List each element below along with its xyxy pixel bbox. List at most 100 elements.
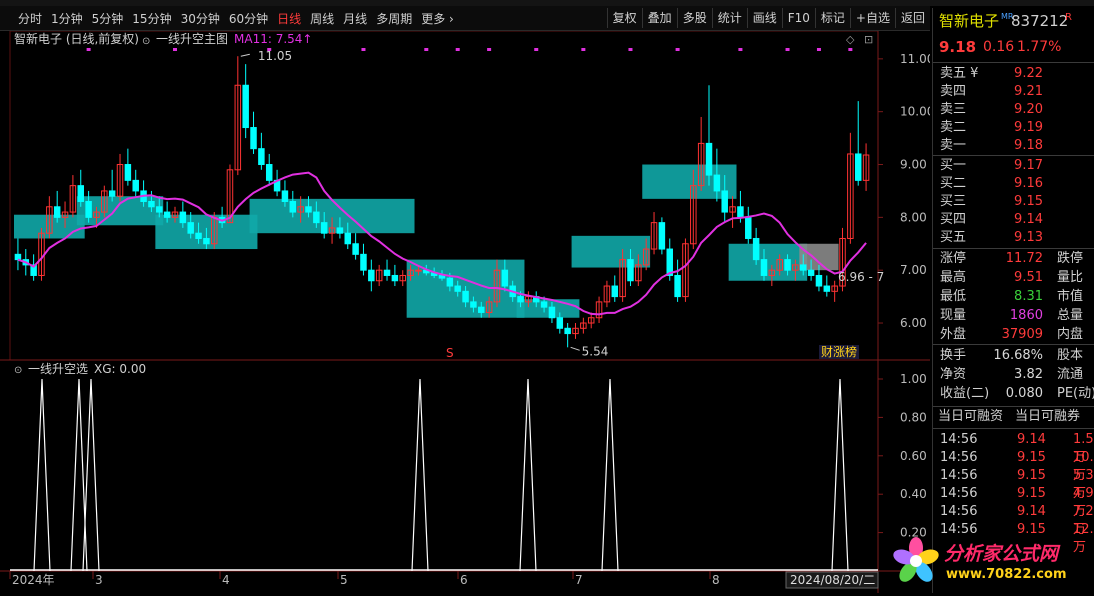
candle-body bbox=[203, 237, 210, 245]
signal-dot bbox=[848, 48, 853, 51]
kline-chart[interactable]: 11.00 10.00 9.00 8.00 7.00 6.00 1.00 0.80 0.60 0.… bbox=[0, 30, 934, 593]
ask-row: 卖二 9.19 bbox=[933, 119, 1094, 137]
period-tab-1[interactable]: 1分钟 bbox=[51, 10, 83, 27]
signal-dot bbox=[487, 48, 492, 51]
stat-label-2: 跌停 bbox=[1057, 251, 1084, 266]
tool-button-7[interactable]: +自选 bbox=[849, 8, 895, 28]
tick-time: 14:56 bbox=[940, 468, 978, 483]
candle-body bbox=[517, 296, 524, 303]
stat-label: 净资 bbox=[940, 367, 967, 382]
stat-label-2: 量比 bbox=[1057, 270, 1084, 285]
candle-body bbox=[156, 206, 163, 213]
candle-body bbox=[737, 206, 744, 218]
candle-body bbox=[470, 301, 477, 308]
sub-y-tick-label: 0.60 bbox=[900, 449, 927, 463]
ask-price: 9.20 bbox=[1014, 102, 1043, 117]
candle-body bbox=[446, 277, 454, 287]
period-tab-7[interactable]: 周线 bbox=[310, 10, 334, 27]
y-tick-label: 8.00 bbox=[900, 210, 927, 224]
tick-row: 14:56 9.15 4.9万 bbox=[933, 485, 1094, 519]
signal-dot bbox=[86, 48, 91, 51]
range-label: 6.96 - 7 bbox=[838, 270, 884, 284]
sub-collapse-icon: ⊙ bbox=[14, 365, 22, 376]
chart-area[interactable]: 11.00 10.00 9.00 8.00 7.00 6.00 1.00 0.80 0.60 0.… bbox=[0, 30, 934, 593]
xg-signal-spike bbox=[519, 378, 537, 572]
tool-button-5[interactable]: F10 bbox=[781, 8, 815, 28]
ask-row: 卖四 9.21 bbox=[933, 83, 1094, 101]
y-tick-label: 10.00 bbox=[900, 105, 930, 119]
bid-price: 9.16 bbox=[1014, 176, 1043, 191]
candle-body bbox=[281, 190, 289, 203]
signal-dot bbox=[361, 48, 366, 51]
stat-label: 最低 bbox=[940, 289, 967, 304]
bid-row: 买四 9.14 bbox=[933, 211, 1094, 229]
tool-button-8[interactable]: 返回 bbox=[894, 8, 930, 28]
stat-label: 收益(二) bbox=[940, 386, 990, 401]
tick-time: 14:56 bbox=[940, 450, 978, 465]
tick-price: 9.14 bbox=[1017, 504, 1046, 519]
candle-body bbox=[454, 285, 461, 292]
candle-body bbox=[187, 222, 194, 234]
period-tab-6[interactable]: 日线 bbox=[277, 10, 301, 27]
tool-buttons: 复权 叠加 多股 统计 画线 F10 标记 +自选 返回 bbox=[606, 8, 930, 28]
period-tab-4[interactable]: 30分钟 bbox=[181, 10, 220, 27]
quote-panel: 智新电子 MR 837212 R 9.18 0.16 1.77% 当日可融资 当… bbox=[932, 8, 1094, 593]
tab-margin-short[interactable]: 当日可融券 bbox=[1015, 408, 1080, 426]
tool-button-1[interactable]: 叠加 bbox=[641, 8, 677, 28]
signal-dot bbox=[675, 48, 680, 51]
diamond-icon: ◇ bbox=[846, 33, 855, 46]
candle-body bbox=[14, 253, 22, 261]
period-tab-3[interactable]: 15分钟 bbox=[132, 10, 171, 27]
candle-body bbox=[313, 211, 320, 224]
stat-label-2: 市值 bbox=[1057, 289, 1084, 304]
candle-body bbox=[745, 216, 752, 239]
period-tab-10[interactable]: 更多 › bbox=[421, 10, 454, 27]
high-pointer bbox=[240, 53, 250, 57]
y-tick-label: 11.00 bbox=[900, 52, 930, 66]
tool-button-4[interactable]: 画线 bbox=[746, 8, 782, 28]
price-change: 0.16 bbox=[983, 39, 1015, 55]
candle-body bbox=[627, 259, 634, 282]
candle-body bbox=[383, 269, 391, 276]
stat-label-2: PE(动) bbox=[1057, 386, 1094, 401]
stat-label: 涨停 bbox=[940, 251, 967, 266]
tab-margin-finance[interactable]: 当日可融资 bbox=[938, 408, 1003, 426]
ask-label: 卖五 ¥ bbox=[940, 66, 979, 81]
bid-label: 买一 bbox=[940, 158, 967, 173]
tick-price: 9.15 bbox=[1017, 486, 1046, 501]
period-tab-9[interactable]: 多周期 bbox=[376, 10, 412, 27]
stat-value: 1860 bbox=[1009, 308, 1043, 323]
signal-dot bbox=[424, 48, 429, 51]
bid-label: 买二 bbox=[940, 176, 967, 191]
xg-value-label: XG: 0.00 bbox=[94, 362, 146, 376]
candle-body bbox=[666, 248, 673, 276]
candle-body bbox=[360, 253, 367, 271]
tool-button-3[interactable]: 统计 bbox=[711, 8, 747, 28]
xg-signal-spike bbox=[33, 378, 51, 572]
watermark-title: 分析家公式网 bbox=[944, 543, 1059, 565]
ranking-badge: 财涨榜 bbox=[821, 344, 857, 359]
tool-button-2[interactable]: 多股 bbox=[676, 8, 712, 28]
stat-row: 外盘 37909 内盘 bbox=[933, 326, 1094, 344]
candle-body bbox=[85, 201, 92, 218]
tool-button-0[interactable]: 复权 bbox=[606, 8, 642, 28]
ask-label: 卖四 bbox=[940, 84, 967, 99]
tick-row: 14:56 9.14 7.2万 bbox=[933, 503, 1094, 537]
tick-price: 9.14 bbox=[1017, 432, 1046, 447]
ask-label: 卖一 bbox=[940, 138, 967, 153]
tool-button-6[interactable]: 标记 bbox=[814, 8, 850, 28]
signal-dot bbox=[785, 48, 790, 51]
period-tab-2[interactable]: 5分钟 bbox=[92, 10, 124, 27]
stat-row: 换手 16.68% 股本 bbox=[933, 347, 1094, 365]
x-tick-label: 5 bbox=[340, 573, 348, 587]
ask-price: 9.21 bbox=[1014, 84, 1043, 99]
stat-label: 换手 bbox=[940, 348, 967, 363]
tick-row: 14:56 9.14 1.5万 bbox=[933, 431, 1094, 465]
period-tab-5[interactable]: 60分钟 bbox=[229, 10, 268, 27]
period-tab-8[interactable]: 月线 bbox=[343, 10, 367, 27]
bid-price: 9.14 bbox=[1014, 212, 1043, 227]
collapse-icon: ⊙ bbox=[142, 36, 150, 47]
tick-price: 9.15 bbox=[1017, 468, 1046, 483]
candle-body bbox=[752, 237, 760, 261]
period-tab-0[interactable]: 分时 bbox=[18, 10, 42, 27]
